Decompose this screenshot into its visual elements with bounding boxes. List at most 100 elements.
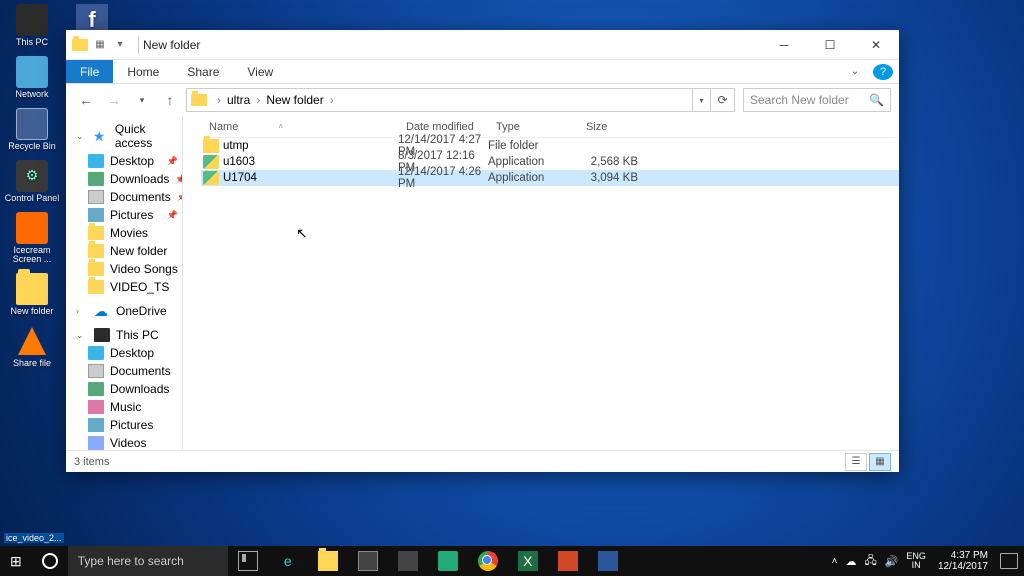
refresh-button[interactable]: ⟳ (711, 88, 735, 112)
pin-icon: 📌 (167, 210, 178, 221)
taskbar-powerpoint-icon[interactable] (548, 546, 588, 576)
tray-overflow-button[interactable]: ˄ (832, 556, 838, 567)
nav-pc-downloads[interactable]: Downloads (66, 380, 182, 398)
chevron-icon[interactable]: › (252, 93, 264, 107)
taskbar: ⊞ Type here to search e X ˄ ☁ 🖧 🔊 ENG IN… (0, 546, 1024, 576)
recent-locations-button[interactable]: ▾ (130, 88, 154, 112)
sort-indicator-icon: ˄ (278, 122, 283, 131)
nav-downloads[interactable]: Downloads📌 (66, 170, 182, 188)
navigation-pane[interactable]: ⌄★Quick access Desktop📌 Downloads📌 Docum… (66, 116, 183, 450)
breadcrumb-segment[interactable]: New folder (264, 93, 325, 107)
nav-documents[interactable]: Documents📌 (66, 188, 182, 206)
ribbon-file-tab[interactable]: File (66, 60, 113, 83)
view-large-icons-button[interactable]: ▦ (869, 453, 891, 471)
desktop-selected-label[interactable]: ice_video_2... (4, 533, 64, 543)
action-center-button[interactable] (1000, 553, 1018, 569)
back-button[interactable]: ← (74, 88, 98, 112)
desktop-icon-network[interactable]: Network (4, 56, 60, 100)
application-icon (203, 155, 219, 169)
nav-thispc[interactable]: ⌄This PC (66, 326, 182, 344)
nav-pc-desktop[interactable]: Desktop (66, 344, 182, 362)
file-row-utmp[interactable]: utmp 12/14/2017 4:27 PM File folder (201, 138, 899, 154)
tray-onedrive-icon[interactable]: ☁ (845, 555, 856, 568)
qat-newfolder-icon[interactable]: ▾ (112, 37, 128, 53)
taskbar-edge-icon[interactable]: e (268, 546, 308, 576)
help-button[interactable]: ? (873, 64, 893, 80)
taskbar-mail-icon[interactable] (388, 546, 428, 576)
nav-pc-pictures[interactable]: Pictures (66, 416, 182, 434)
nav-pc-videos[interactable]: Videos (66, 434, 182, 450)
up-button[interactable]: ↑ (158, 88, 182, 112)
nav-movies[interactable]: Movies (66, 224, 182, 242)
column-headers: Name˄ Date modified Type Size (201, 116, 899, 138)
desktop-icon-sharefile[interactable]: Share file (4, 325, 60, 369)
folder-icon (203, 139, 219, 153)
forward-button[interactable]: → (102, 88, 126, 112)
application-icon (203, 171, 219, 185)
minimize-button[interactable]: ─ (761, 30, 807, 60)
window-title: New folder (143, 38, 200, 52)
pin-icon: 📌 (167, 156, 178, 167)
taskbar-search-input[interactable]: Type here to search (68, 546, 228, 576)
file-row-u1603[interactable]: u1603 8/3/2017 12:16 PM Application 2,56… (201, 154, 899, 170)
task-view-button[interactable] (228, 546, 268, 576)
column-size[interactable]: Size (578, 121, 638, 133)
view-details-button[interactable]: ☰ (845, 453, 867, 471)
search-icon: 🔍 (869, 93, 884, 107)
start-button[interactable]: ⊞ (0, 546, 32, 576)
column-type[interactable]: Type (488, 121, 578, 133)
breadcrumb-bar[interactable]: › ultra › New folder › (186, 88, 693, 112)
nav-newfolder[interactable]: New folder (66, 242, 182, 260)
folder-icon (72, 39, 88, 51)
folder-icon (191, 94, 207, 106)
tray-volume-icon[interactable]: 🔊 (885, 555, 899, 568)
system-tray[interactable]: ˄ ☁ 🖧 🔊 ENG IN (826, 552, 932, 571)
column-date[interactable]: Date modified (398, 121, 488, 133)
taskbar-explorer-icon[interactable] (308, 546, 348, 576)
desktop-icon-recyclebin[interactable]: Recycle Bin (4, 108, 60, 152)
ribbon-collapse-button[interactable]: ⌄ (843, 60, 867, 83)
pin-icon: 📌 (175, 174, 183, 185)
desktop-icon-thispc[interactable]: This PC (4, 4, 60, 48)
taskbar-excel-icon[interactable]: X (508, 546, 548, 576)
taskbar-store-icon[interactable] (348, 546, 388, 576)
ribbon-home-tab[interactable]: Home (113, 60, 173, 83)
nav-videots[interactable]: VIDEO_TS (66, 278, 182, 296)
nav-quick-access[interactable]: ⌄★Quick access (66, 120, 182, 152)
ribbon-share-tab[interactable]: Share (173, 60, 233, 83)
file-explorer-window: ▦ ▾ New folder ─ ☐ ✕ File Home Share Vie… (66, 30, 899, 472)
nav-pc-music[interactable]: Music (66, 398, 182, 416)
nav-pictures[interactable]: Pictures📌 (66, 206, 182, 224)
breadcrumb-segment[interactable]: ultra (225, 93, 252, 107)
search-input[interactable]: Search New folder 🔍 (743, 88, 891, 112)
titlebar[interactable]: ▦ ▾ New folder ─ ☐ ✕ (66, 30, 899, 60)
language-indicator[interactable]: ENG IN (906, 552, 926, 570)
ribbon-view-tab[interactable]: View (233, 60, 287, 83)
ribbon: File Home Share View ⌄ ? (66, 60, 899, 84)
tray-network-icon[interactable]: 🖧 (864, 552, 876, 571)
status-text: 3 items (74, 456, 109, 468)
chevron-icon[interactable]: › (213, 93, 225, 107)
status-bar: 3 items ☰ ▦ (66, 450, 899, 472)
taskbar-app-icon[interactable] (428, 546, 468, 576)
maximize-button[interactable]: ☐ (807, 30, 853, 60)
address-bar-row: ← → ▾ ↑ › ultra › New folder › ▾ ⟳ Searc… (66, 84, 899, 116)
close-button[interactable]: ✕ (853, 30, 899, 60)
desktop-icon-newfolder[interactable]: New folder (4, 273, 60, 317)
cortana-button[interactable] (32, 546, 68, 576)
chevron-icon[interactable]: › (326, 93, 338, 107)
nav-desktop[interactable]: Desktop📌 (66, 152, 182, 170)
file-row-u1704[interactable]: U1704 12/14/2017 4:26 PM Application 3,0… (201, 170, 899, 186)
taskbar-word-icon[interactable] (588, 546, 628, 576)
column-name[interactable]: Name˄ (201, 121, 398, 133)
nav-videosongs[interactable]: Video Songs (66, 260, 182, 278)
qat-properties-icon[interactable]: ▦ (92, 37, 108, 53)
desktop-icon-icecream[interactable]: Icecream Screen ... (4, 212, 60, 266)
taskbar-chrome-icon[interactable] (468, 546, 508, 576)
file-list-view: Name˄ Date modified Type Size utmp 12/14… (183, 116, 899, 450)
address-dropdown-button[interactable]: ▾ (693, 88, 711, 112)
nav-pc-documents[interactable]: Documents (66, 362, 182, 380)
nav-onedrive[interactable]: ›☁OneDrive (66, 302, 182, 320)
desktop-icon-controlpanel[interactable]: ⚙Control Panel (4, 160, 60, 204)
taskbar-clock[interactable]: 4:37 PM 12/14/2017 (932, 550, 994, 572)
